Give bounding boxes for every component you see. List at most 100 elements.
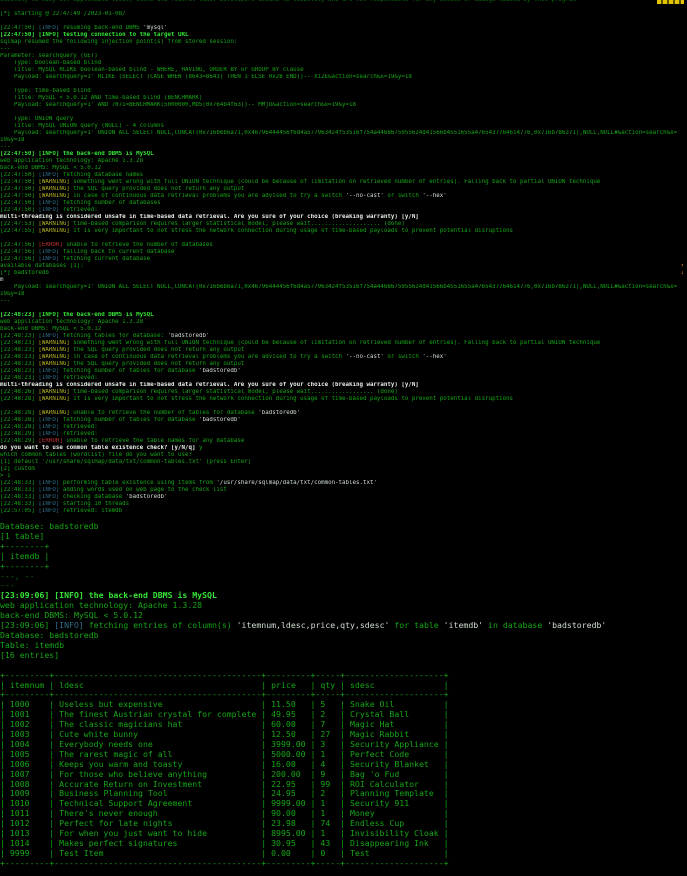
- terminal-output-large: Database: badstoredb [1 table] +--------+ |…: [0, 522, 687, 869]
- terminal-line: [22:47:50] [INFO] resuming back-end DBMS…: [0, 25, 168, 31]
- terminal-line: sqlmap resumed the following injection p…: [0, 39, 238, 45]
- terminal-line: [22:48:33] [INFO] adding words used on w…: [0, 487, 227, 493]
- terminal-line: | 1009 | Business Planning Tool | 24.95 …: [0, 789, 449, 799]
- terminal-line: Type: time-based blind: [0, 88, 91, 94]
- terminal-line: | 9999 | Test Item | 0.00 | 0 | Test |: [0, 848, 449, 858]
- terminal-line: [22:48:28] [WARNING] it is very importan…: [0, 396, 514, 402]
- terminal-line: | itemnum | ldesc | price | qty | sdesc …: [0, 680, 449, 690]
- terminal-line: [22:47:50] [INFO] the back-end DBMS is M…: [0, 151, 154, 157]
- terminal-line: m: [0, 277, 4, 283]
- terminal-line: +---------+-----------------------------…: [0, 690, 449, 700]
- terminal-line: [22:47:50] [INFO] retrieved:: [0, 207, 98, 213]
- terminal-line: Title: MySQL RLIKE boolean-based blind -…: [0, 67, 304, 73]
- terminal-line: back-end DBMS: MySQL < 5.0.12: [0, 326, 102, 332]
- terminal-line: which common tables (wordlist) file do y…: [0, 452, 192, 458]
- terminal-line: +--------+: [0, 541, 50, 551]
- terminal-line: ---: [0, 144, 11, 150]
- terminal-line: 19&y=18: [0, 291, 25, 297]
- scroll-down-arrow-icon: ↓: [680, 270, 685, 276]
- terminal-line: [1 table]: [0, 531, 45, 541]
- terminal-line: | 1010 | Technical Support Agreement | 9…: [0, 799, 449, 809]
- terminal-line: [22:47:56] [INFO] falling back to curren…: [0, 249, 175, 255]
- terminal-line: multi-threading is considered unsafe in …: [0, 214, 419, 220]
- terminal-line: [22:48:23] [WARNING] the SQL query provi…: [0, 361, 245, 367]
- terminal-line: | 1003 | Cute white bunny | 12.50 | 27 |…: [0, 730, 449, 740]
- terminal-line: [23:09:06] [INFO] the back-end DBMS is M…: [0, 591, 217, 601]
- terminal-line: ---, --: [0, 571, 35, 581]
- terminal-line: [22:48:26] [WARNING] time-based comparis…: [0, 389, 398, 395]
- scroll-up-arrow-icon: ↑: [680, 263, 685, 269]
- terminal-line: [22:48:23] [WARNING] something went wron…: [0, 340, 601, 346]
- terminal-line: available databases [1]: ↑: [0, 263, 685, 269]
- terminal-line: ---: [0, 298, 11, 304]
- terminal-line: [22:48:23] [INFO] fetching number of tab…: [0, 368, 241, 374]
- terminal-line: Table: itemdb: [0, 640, 65, 650]
- terminal-line: Title: MySQL < 5.0.12 AND time-based bli…: [0, 95, 203, 101]
- terminal-line: [22:48:23] [WARNING] in case of continuo…: [0, 354, 447, 360]
- terminal[interactable]: sibility to obey all applicable local, s…: [0, 0, 687, 876]
- terminal-line: Title: MySQL UNION query (NULL) - 4 colu…: [0, 123, 165, 129]
- terminal-line: Payload: searchquery=1' UNION ALL SELECT…: [0, 130, 678, 136]
- terminal-line: [22:47:56] [INFO] fetching current datab…: [0, 256, 151, 262]
- terminal-line: | 1011 | There's never enough | 90.00 | …: [0, 809, 449, 819]
- terminal-line: back-end DBMS: MySQL < 5.0.12: [0, 611, 143, 621]
- terminal-line: multi-threading is considered unsafe in …: [0, 382, 419, 388]
- terminal-line: | 1007 | For those who believe anything …: [0, 769, 449, 779]
- terminal-line: | 1001 | The finest Austrian crystal for…: [0, 710, 449, 720]
- terminal-line: [22:47:56] [ERROR] unable to retrieve th…: [0, 242, 213, 248]
- terminal-line: [*] badstoredb ↓: [0, 270, 685, 276]
- terminal-line: Database: badstoredb: [0, 522, 99, 531]
- terminal-line: | 1005 | The rarest magic of all | 5000.…: [0, 749, 449, 759]
- terminal-line: do you want to use common table existenc…: [0, 445, 203, 451]
- terminal-line: [22:48:29] [ERROR] unable to retrieve th…: [0, 438, 245, 444]
- terminal-line: Database: badstoredb: [0, 630, 99, 640]
- terminal-line: [22:47:55] [WARNING] it is very importan…: [0, 228, 514, 234]
- terminal-line: [22:48:29] [INFO] retrieved:: [0, 431, 98, 437]
- terminal-line: | 1008 | Accurate Return on Investment |…: [0, 779, 449, 789]
- terminal-line: back-end DBMS: MySQL < 5.0.12: [0, 165, 102, 171]
- terminal-line: Payload: searchquery=1' RLIKE (SELECT (C…: [0, 74, 412, 80]
- terminal-line: | 1012 | Perfect for late nights | 23.98…: [0, 819, 449, 829]
- terminal-line: | 1013 | For when you just want to hide …: [0, 829, 449, 839]
- terminal-line: [22:48:23] [INFO] the back-end DBMS is M…: [0, 312, 154, 318]
- terminal-line: [22:47:50] [INFO] fetching database name…: [0, 172, 144, 178]
- terminal-line: | itemdb |: [0, 551, 50, 561]
- terminal-line: [2] custom: [0, 466, 35, 472]
- terminal-line: Payload: searchquery=1' AND 7071=BENCHMA…: [0, 102, 356, 108]
- terminal-line: ---: [0, 46, 11, 52]
- terminal-line: [23:09:06] [INFO] fetching entries of co…: [0, 621, 607, 631]
- terminal-line: ---: [0, 581, 15, 591]
- terminal-line: [22:57:05] [INFO] retrieved: itemdb: [0, 508, 123, 514]
- terminal-line: [22:48:28] [INFO] retrieved:: [0, 424, 98, 430]
- terminal-line: web application technology: Apache 1.3.2…: [0, 319, 144, 325]
- terminal-line: | 1006 | Keeps you warm and toasty | 16.…: [0, 759, 449, 769]
- terminal-line: [22:47:50] [WARNING] something went wron…: [0, 179, 601, 185]
- terminal-line: [22:48:33] [INFO] performing table exist…: [0, 480, 377, 486]
- terminal-line: 19&y=18: [0, 137, 25, 143]
- terminal-line: [22:47:50] [WARNING] in case of continuo…: [0, 193, 447, 199]
- terminal-line: [22:48:23] [INFO] retrieved:: [0, 375, 98, 381]
- terminal-line: [22:48:28] [WARNING] unable to retrieve …: [0, 410, 301, 416]
- terminal-line: | 1000 | Useless but expensive | 11.50 |…: [0, 700, 449, 710]
- terminal-line: +---------+-----------------------------…: [0, 670, 449, 680]
- terminal-output-small: sibility to obey all applicable local, s…: [0, 0, 687, 522]
- terminal-line: [22:47:50] [INFO] testing connection to …: [0, 32, 189, 38]
- terminal-line: [*] starting @ 22:47:49 /2023-01-08/: [0, 11, 126, 17]
- terminal-line: web application technology: Apache 1.3.2…: [0, 601, 203, 611]
- terminal-line: Parameter: searchquery (GET): [0, 53, 98, 59]
- terminal-line: [22:48:23] [INFO] fetching tables for da…: [0, 333, 210, 339]
- terminal-line: +---------+-----------------------------…: [0, 858, 449, 868]
- terminal-line: Payload: searchquery=1' UNION ALL SELECT…: [0, 284, 678, 290]
- terminal-line: +--------+: [0, 561, 50, 571]
- terminal-line: [22:48:23] [WARNING] the SQL query provi…: [0, 347, 245, 353]
- terminal-line: Type: boolean-based blind: [0, 60, 102, 66]
- terminal-line: [22:48:33] [INFO] checking database 'bad…: [0, 494, 168, 500]
- terminal-line: | 1014 | Makes perfect signatures | 30.9…: [0, 839, 449, 848]
- terminal-line: | 1002 | The classic magicians hat | 60.…: [0, 720, 449, 730]
